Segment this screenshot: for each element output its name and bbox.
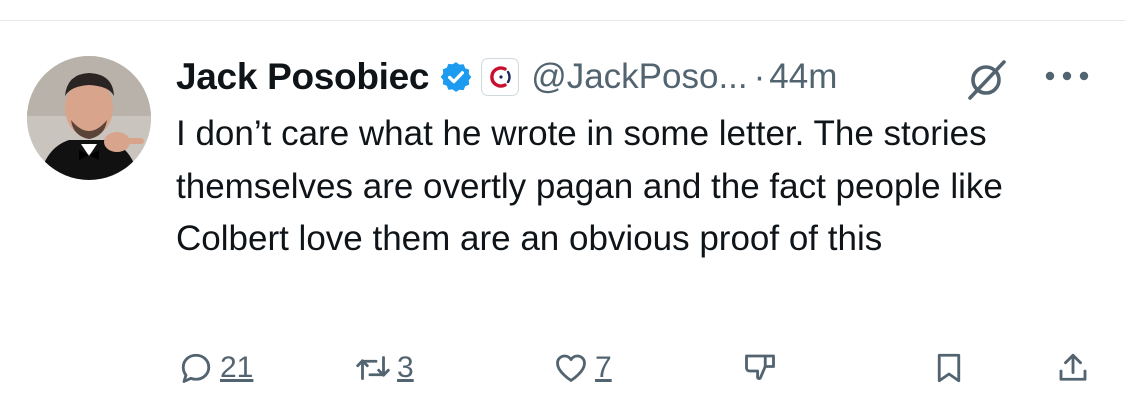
bookmark-icon	[937, 353, 961, 383]
verified-badge-icon	[440, 62, 472, 92]
grok-icon[interactable]	[964, 56, 1010, 102]
dislike-button[interactable]	[742, 346, 778, 390]
retweet-icon	[356, 356, 390, 380]
like-button[interactable]: 7	[553, 346, 612, 390]
affiliate-badge[interactable]	[481, 58, 520, 96]
dislike-icon	[745, 354, 775, 380]
like-count[interactable]: 7	[595, 351, 612, 385]
tweet-text: I don’t care what he wrote in some lette…	[176, 114, 1003, 258]
retweet-count[interactable]: 3	[397, 351, 414, 385]
bookmark-button[interactable]	[931, 346, 967, 390]
reply-button[interactable]: 21	[178, 346, 253, 390]
reply-count[interactable]: 21	[220, 351, 253, 385]
avatar[interactable]	[27, 56, 151, 180]
share-icon	[1059, 353, 1087, 381]
affiliate-logo-icon	[490, 66, 511, 88]
retweet-button[interactable]: 3	[355, 346, 414, 390]
handle[interactable]: @JackPoso...	[531, 57, 747, 97]
share-button[interactable]	[1055, 346, 1091, 390]
separator-dot: ·	[753, 57, 766, 96]
more-options-icon[interactable]	[1040, 64, 1094, 88]
like-icon	[556, 354, 586, 382]
avatar-photo	[27, 56, 151, 180]
timestamp[interactable]: 44m	[769, 57, 837, 97]
display-name[interactable]: Jack Posobiec	[176, 56, 429, 98]
reply-icon	[181, 353, 211, 383]
top-divider	[0, 20, 1125, 21]
tweet-header: Jack Posobiec @JackPoso... · 44m	[176, 52, 837, 102]
